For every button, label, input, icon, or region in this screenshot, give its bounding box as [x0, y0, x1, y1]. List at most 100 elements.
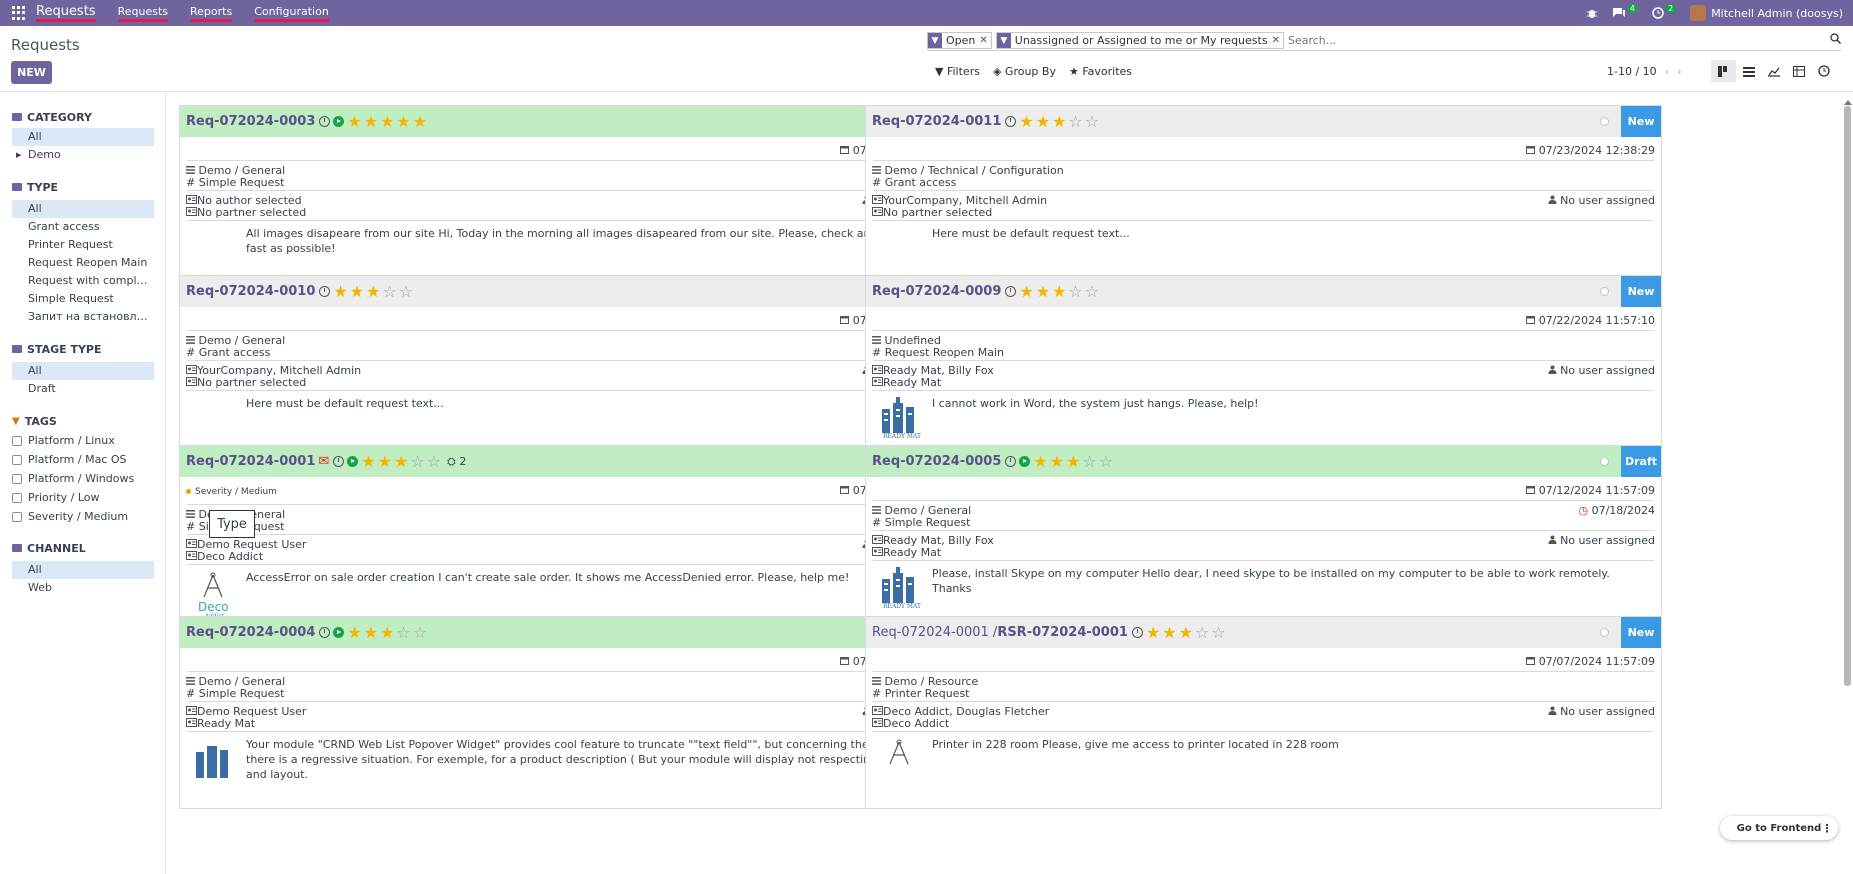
play-icon[interactable]: [333, 116, 345, 127]
priority-star-icon[interactable]: ★: [413, 112, 429, 131]
menu-configuration[interactable]: Configuration: [254, 5, 329, 22]
pager-value[interactable]: 1-10 / 10: [1607, 65, 1657, 78]
clock-icon[interactable]: [1005, 116, 1017, 127]
priority-star-icon[interactable]: ☆: [1211, 623, 1227, 642]
scrollbar-thumb[interactable]: [1844, 106, 1851, 686]
user-menu[interactable]: Mitchell Admin (doosys): [1690, 5, 1843, 21]
search-input[interactable]: [1287, 34, 1788, 47]
channel-item[interactable]: All: [12, 561, 154, 579]
priority-star-icon[interactable]: ★: [347, 623, 363, 642]
priority-star-icon[interactable]: ☆: [1099, 452, 1115, 471]
list-view-icon[interactable]: [1736, 60, 1761, 82]
parent-request[interactable]: Req-072024-0001 /: [872, 625, 997, 640]
play-icon[interactable]: [333, 627, 345, 638]
priority-star-icon[interactable]: ★: [1019, 282, 1035, 301]
request-name[interactable]: Req-072024-0011: [872, 114, 1001, 129]
scroll-up-icon[interactable]: [1844, 100, 1852, 105]
priority-star-icon[interactable]: ★: [1179, 623, 1195, 642]
caret-right-icon[interactable]: ▶: [16, 146, 21, 164]
priority-star-icon[interactable]: ☆: [1085, 112, 1101, 131]
priority-star-icon[interactable]: ★: [394, 452, 410, 471]
request-name[interactable]: Req-072024-0010: [186, 284, 315, 299]
priority-star-icon[interactable]: ★: [380, 623, 396, 642]
priority-star-icon[interactable]: ☆: [1068, 282, 1084, 301]
priority-star-icon[interactable]: ★: [1036, 112, 1052, 131]
checkbox[interactable]: [12, 492, 22, 503]
clock-icon[interactable]: [1131, 627, 1143, 638]
tag-filter[interactable]: Severity / Medium: [12, 507, 165, 526]
request-card[interactable]: Req-072024-0001✉★★★☆☆⛭ 2DraftSeverity / …: [179, 445, 976, 638]
priority-star-icon[interactable]: ☆: [413, 623, 429, 642]
type-item[interactable]: Request with complex p...: [12, 272, 154, 290]
tag-filter[interactable]: Platform / Linux: [12, 431, 165, 450]
category-item-demo[interactable]: ▶ Demo: [12, 146, 154, 164]
category-item-all[interactable]: All: [12, 128, 154, 146]
new-button[interactable]: NEW: [11, 61, 52, 84]
filters-button[interactable]: ▼ Filters: [935, 65, 980, 78]
priority-star-icon[interactable]: ★: [347, 112, 363, 131]
pager-next-icon[interactable]: ›: [1677, 65, 1681, 78]
play-icon[interactable]: [347, 456, 359, 467]
priority-star-icon[interactable]: ☆: [1068, 112, 1084, 131]
priority-star-icon[interactable]: ★: [1033, 452, 1049, 471]
play-icon[interactable]: [1019, 456, 1031, 467]
priority-star-icon[interactable]: ★: [1036, 282, 1052, 301]
priority-star-icon[interactable]: ☆: [1085, 282, 1101, 301]
groupby-button[interactable]: ◈ Group By: [993, 65, 1056, 78]
stage-type-item[interactable]: All: [12, 362, 154, 380]
priority-star-icon[interactable]: ★: [361, 452, 377, 471]
request-card[interactable]: Req-072024-0005 ★★★☆☆ Draft 07/12/2024 11:…: [865, 445, 1662, 638]
activities-icon[interactable]: 2: [1652, 3, 1677, 19]
request-name[interactable]: Req-072024-0009: [872, 284, 1001, 299]
remove-facet-icon[interactable]: ✕: [1272, 35, 1283, 46]
kanban-state-icon[interactable]: [1600, 287, 1609, 296]
type-item[interactable]: Request Reopen Main: [12, 254, 154, 272]
priority-star-icon[interactable]: ★: [1050, 452, 1066, 471]
kanban-view-icon[interactable]: [1711, 60, 1736, 82]
clock-icon[interactable]: [319, 286, 331, 297]
priority-star-icon[interactable]: ★: [1052, 282, 1068, 301]
type-item[interactable]: Printer Request: [12, 236, 154, 254]
more-options-icon[interactable]: ⋮: [1816, 816, 1838, 840]
request-card[interactable]: Req-072024-0010★★★☆☆New 07/23/2024 12:31…: [179, 275, 976, 468]
request-card[interactable]: Req-072024-0001 /RSR-072024-0001 ★★★☆☆ New…: [865, 616, 1662, 809]
priority-star-icon[interactable]: ☆: [1082, 452, 1098, 471]
messages-icon[interactable]: 4: [1612, 3, 1639, 19]
priority-star-icon[interactable]: ★: [350, 282, 366, 301]
priority-star-icon[interactable]: ★: [396, 112, 412, 131]
priority-star-icon[interactable]: ★: [1162, 623, 1178, 642]
favorites-button[interactable]: ★ Favorites: [1069, 65, 1132, 78]
priority-star-icon[interactable]: ★: [366, 282, 382, 301]
checkbox[interactable]: [12, 454, 22, 465]
clock-icon[interactable]: [319, 627, 331, 638]
pager-prev-icon[interactable]: ‹: [1665, 65, 1669, 78]
stage-type-item[interactable]: Draft: [12, 380, 154, 398]
priority-star-icon[interactable]: ☆: [399, 282, 415, 301]
request-card[interactable]: Req-072024-0011 ★★★☆☆ New 07/23/2024 12:38…: [865, 105, 1662, 298]
request-name[interactable]: Req-072024-0001: [186, 454, 315, 469]
request-card[interactable]: Req-072024-0004★★★☆☆Draft 07/11/2024 11:…: [179, 616, 976, 809]
clock-icon[interactable]: [1005, 286, 1017, 297]
kanban-state-icon[interactable]: [1600, 117, 1609, 126]
request-name[interactable]: Req-072024-0005: [872, 454, 1001, 469]
menu-reports[interactable]: Reports: [190, 5, 233, 22]
app-brand[interactable]: Requests: [36, 5, 96, 22]
priority-star-icon[interactable]: ☆: [396, 623, 412, 642]
priority-star-icon[interactable]: ★: [1066, 452, 1082, 471]
scrollbar[interactable]: [1843, 100, 1852, 874]
envelope-icon[interactable]: ✉: [318, 454, 329, 469]
menu-requests[interactable]: Requests: [117, 5, 169, 22]
kanban-state-icon[interactable]: [1600, 628, 1609, 637]
tag-filter[interactable]: Platform / Windows: [12, 469, 165, 488]
request-name[interactable]: Req-072024-0003: [186, 114, 315, 129]
clock-icon[interactable]: [333, 456, 345, 467]
request-card[interactable]: Req-072024-0003★★★★★Draft 07/09/2024 11:…: [179, 105, 976, 298]
priority-star-icon[interactable]: ★: [1019, 112, 1035, 131]
priority-star-icon[interactable]: ★: [1052, 112, 1068, 131]
pivot-view-icon[interactable]: [1786, 60, 1811, 82]
priority-star-icon[interactable]: ★: [333, 282, 349, 301]
channel-item[interactable]: Web: [12, 579, 154, 597]
bug-icon[interactable]: [1586, 7, 1598, 19]
apps-menu-icon[interactable]: [12, 6, 26, 20]
priority-star-icon[interactable]: ★: [364, 623, 380, 642]
